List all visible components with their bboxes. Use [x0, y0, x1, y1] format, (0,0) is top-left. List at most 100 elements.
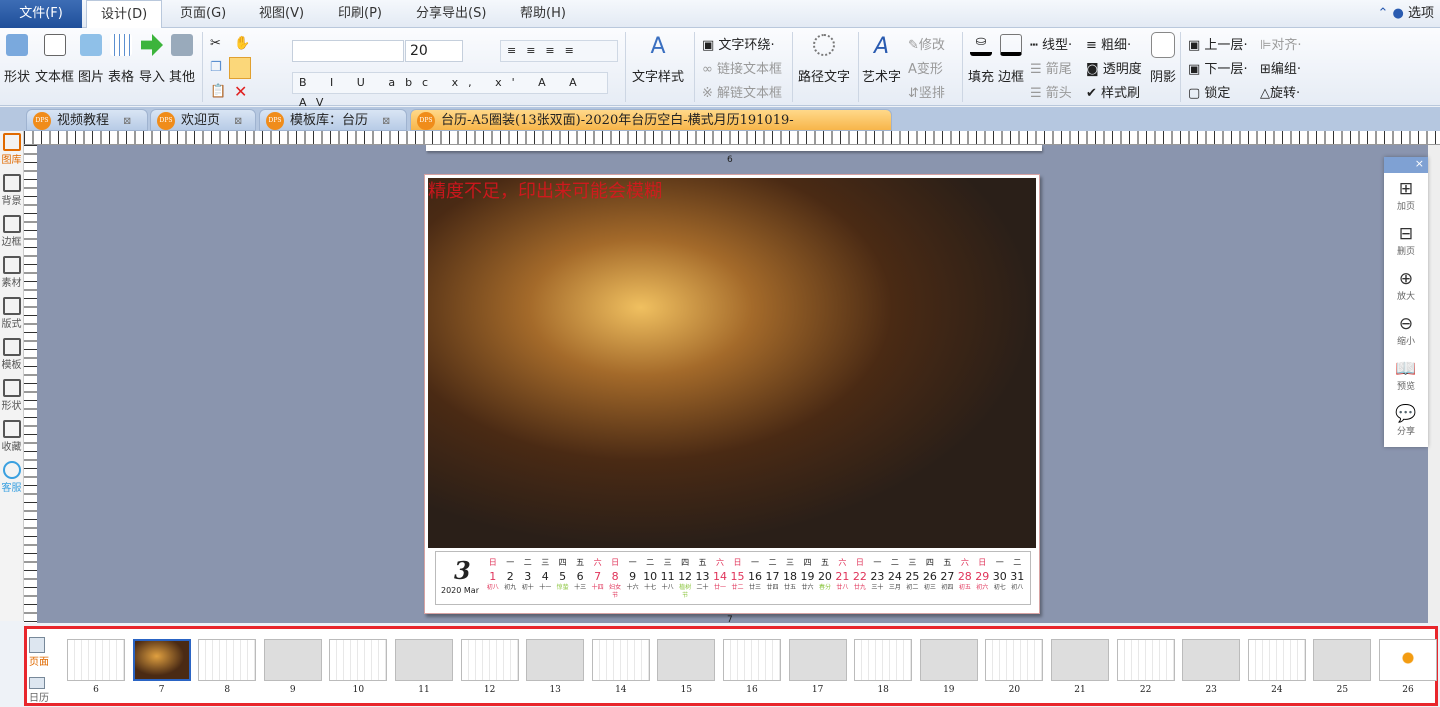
weekday: 一 [751, 558, 759, 567]
page-thumbnail[interactable] [1379, 639, 1437, 681]
bring-forward-button[interactable]: ▣ 上一层· [1188, 34, 1248, 53]
arrow-head-button[interactable]: ☰ 箭头 [1030, 82, 1072, 101]
hand-icon[interactable]: ✋ [234, 36, 250, 51]
sidebar-item-3[interactable]: 素材 [0, 256, 23, 295]
shadow-button[interactable]: 阴影 [1150, 32, 1176, 85]
page-thumbnail[interactable] [526, 639, 585, 681]
link-textbox-button[interactable]: ∞ 链接文本框 [702, 58, 782, 77]
menu-page[interactable]: 页面(G) [166, 0, 240, 28]
family-photo[interactable] [428, 178, 1036, 548]
import-button[interactable]: 导入 [139, 34, 165, 85]
lunar-date: 廿三 [749, 584, 762, 591]
textbox-button[interactable]: 文本框 [35, 34, 74, 85]
sidebar-item-2[interactable]: 边框 [0, 215, 23, 254]
page-thumbnail[interactable] [985, 639, 1044, 681]
vertical-scrollbar[interactable] [1428, 145, 1440, 623]
close-tab-icon[interactable]: ⊠ [382, 116, 400, 127]
calendar-strip[interactable]: 3 2020 Mar 日 1 初八一 2 初九二 3 初十三 4 十一四 5 惊蛰五 6 十三六 7 十四日… [435, 551, 1031, 605]
close-tab-icon[interactable]: ⊠ [123, 116, 141, 127]
group-button[interactable]: ⊞编组· [1260, 58, 1301, 77]
share-button[interactable]: 💬 分享 [1384, 398, 1428, 443]
opacity-button[interactable]: ◙ 透明度 [1086, 58, 1142, 77]
thickness-button[interactable]: ≡ 粗细· [1086, 34, 1131, 53]
font-name-select[interactable] [292, 40, 404, 62]
page-thumbnail[interactable] [1051, 639, 1109, 681]
align-buttons[interactable]: ≡≡≡≡ [500, 40, 618, 62]
sidebar-item-4[interactable]: 版式 [0, 297, 23, 336]
tab-welcome[interactable]: DPS 欢迎页 ⊠ [150, 109, 256, 131]
sidebar-item-6[interactable]: 形状 [0, 379, 23, 418]
page-thumbnail[interactable] [329, 639, 388, 681]
cut-icon[interactable]: ✂ [210, 36, 221, 51]
page-thumbnail[interactable] [788, 639, 847, 681]
page-thumbnail[interactable] [1182, 639, 1241, 681]
shape-button[interactable]: 形状 [4, 34, 30, 85]
border-button[interactable]: 边框 [998, 34, 1024, 85]
page-thumbnail[interactable] [132, 639, 191, 681]
unlink-textbox-button[interactable]: ※ 解链文本框 [702, 82, 782, 101]
pages-tab[interactable]: 页面 [29, 637, 49, 668]
copy-icon[interactable]: ❐ [210, 60, 222, 75]
tab-video-tutorial[interactable]: DPS 视频教程 ⊠ [26, 109, 148, 131]
fill-button[interactable]: ⛀ 填充 [968, 34, 994, 85]
text-wrap-button[interactable]: ▣ 文字环绕· [702, 34, 775, 53]
send-backward-button[interactable]: ▣ 下一层· [1188, 58, 1248, 77]
transform-button[interactable]: A变形 [908, 58, 943, 77]
add-page-button[interactable]: ⊞ 加页 [1384, 173, 1428, 218]
format-brush-button[interactable]: ✔ 样式刷 [1086, 82, 1140, 101]
calendar-page[interactable]: 精度不足，印出来可能会模糊 3 2020 Mar 日 1 初八一 2 初九二 3 初十三 4 十… [424, 174, 1040, 614]
page-thumbnail[interactable] [395, 639, 453, 681]
sidebar-item-0[interactable]: 图库 [0, 133, 23, 172]
menu-design[interactable]: 设计(D) [86, 0, 163, 29]
paste-icon[interactable]: 📋 [210, 84, 226, 99]
zoom-in-button[interactable]: ⊕ 放大 [1384, 263, 1428, 308]
page-thumbnail[interactable] [591, 639, 650, 681]
page-thumbnail[interactable] [263, 639, 322, 681]
rotate-button[interactable]: △旋转· [1260, 82, 1300, 101]
options-button[interactable]: ⌃ ● 选项 [1377, 0, 1434, 28]
preview-button[interactable]: 📖 预览 [1384, 353, 1428, 398]
tab-template-library[interactable]: DPS 模板库：台历 ⊠ [259, 109, 407, 131]
line-type-button[interactable]: ┅ 线型· [1030, 34, 1072, 53]
path-text-button[interactable]: 路径文字 [798, 34, 850, 85]
page-thumbnail[interactable] [198, 639, 257, 681]
menu-print[interactable]: 印刷(P) [324, 0, 396, 28]
align-button[interactable]: ⊫对齐· [1260, 34, 1301, 53]
delete-icon[interactable]: ✕ [234, 82, 247, 101]
select-tool-button[interactable] [229, 57, 251, 79]
font-size-select[interactable]: 20 [405, 40, 463, 62]
close-tab-icon[interactable]: ⊠ [234, 116, 252, 127]
close-panel-button[interactable]: × [1384, 157, 1428, 173]
table-button[interactable]: 表格 [108, 34, 134, 85]
sidebar-item-8[interactable]: 客服 [0, 461, 23, 500]
delete-page-button[interactable]: ⊟ 删页 [1384, 218, 1428, 263]
menu-share-export[interactable]: 分享导出(S) [402, 0, 500, 28]
text-style-button[interactable]: A 文字样式 [632, 34, 684, 85]
tab-calendar-document[interactable]: DPS台历-A5圈装(13张双面)-2020年台历空白-横式月历191019-0… [410, 109, 892, 150]
page-thumbnail[interactable] [1313, 639, 1372, 681]
page-thumbnail[interactable] [854, 639, 913, 681]
page-thumbnail[interactable] [723, 639, 781, 681]
sidebar-item-7[interactable]: 收藏 [0, 420, 23, 459]
image-button[interactable]: 图片 [78, 34, 104, 85]
arrow-tail-button[interactable]: ☰ 箭尾 [1030, 58, 1072, 77]
art-text-button[interactable]: A 艺术字 [862, 34, 901, 85]
page-thumbnail[interactable] [1247, 639, 1306, 681]
lock-button[interactable]: ▢ 锁定 [1188, 82, 1230, 101]
zoom-out-button[interactable]: ⊖ 缩小 [1384, 308, 1428, 353]
menu-view[interactable]: 视图(V) [245, 0, 318, 28]
other-button[interactable]: 其他 [169, 34, 195, 85]
menu-help[interactable]: 帮助(H) [506, 0, 580, 28]
page-thumbnail[interactable] [1116, 639, 1175, 681]
menu-file[interactable]: 文件(F) [0, 0, 82, 28]
format-toolbar[interactable]: B I U abc x, x' A A AV [292, 72, 608, 109]
page-thumbnail[interactable] [67, 639, 125, 681]
page-thumbnail[interactable] [919, 639, 978, 681]
page-thumbnail[interactable] [460, 639, 519, 681]
page-thumbnail[interactable] [657, 639, 716, 681]
modify-button[interactable]: ✎修改 [908, 34, 945, 53]
vertical-button[interactable]: ⇵竖排 [908, 82, 945, 101]
calendar-tab[interactable]: 日历 [29, 677, 49, 704]
sidebar-item-1[interactable]: 背景 [0, 174, 23, 213]
sidebar-item-5[interactable]: 模板 [0, 338, 23, 377]
